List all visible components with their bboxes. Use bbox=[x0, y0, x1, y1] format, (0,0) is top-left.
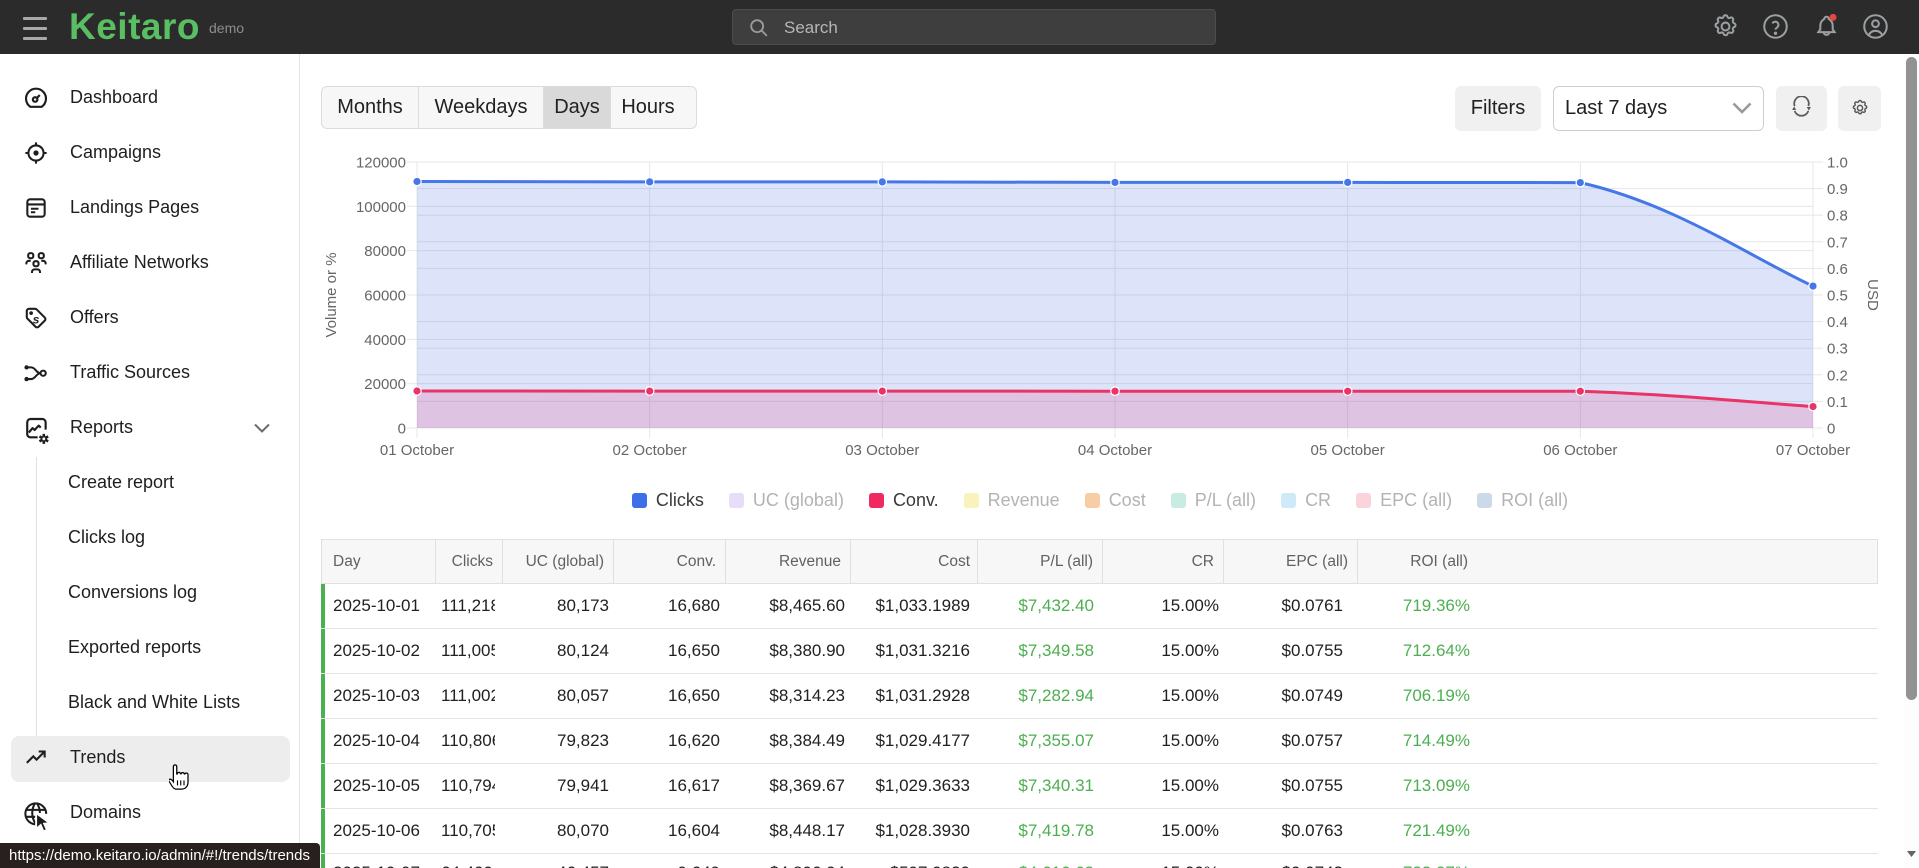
svg-text:01 October: 01 October bbox=[380, 442, 454, 459]
svg-text:0.9: 0.9 bbox=[1827, 181, 1848, 198]
svg-text:120000: 120000 bbox=[356, 155, 406, 172]
svg-text:Volume or %: Volume or % bbox=[323, 252, 340, 337]
svg-text:03 October: 03 October bbox=[845, 442, 919, 459]
svg-text:100000: 100000 bbox=[356, 199, 406, 216]
svg-text:USD: USD bbox=[1864, 279, 1881, 311]
svg-text:0.1: 0.1 bbox=[1827, 394, 1848, 411]
svg-text:s: s bbox=[33, 312, 40, 326]
svg-text:05 October: 05 October bbox=[1311, 442, 1385, 459]
svg-text:0.8: 0.8 bbox=[1827, 208, 1848, 225]
svg-text:07 October: 07 October bbox=[1776, 442, 1850, 459]
svg-text:02 October: 02 October bbox=[613, 442, 687, 459]
svg-text:0.4: 0.4 bbox=[1827, 314, 1848, 331]
svg-text:80000: 80000 bbox=[364, 243, 406, 260]
svg-text:40000: 40000 bbox=[364, 332, 406, 349]
svg-text:60000: 60000 bbox=[364, 288, 406, 305]
svg-text:0.3: 0.3 bbox=[1827, 341, 1848, 358]
svg-text:0.2: 0.2 bbox=[1827, 367, 1848, 384]
svg-text:0.5: 0.5 bbox=[1827, 288, 1848, 305]
svg-text:20000: 20000 bbox=[364, 376, 406, 393]
svg-text:0.7: 0.7 bbox=[1827, 234, 1848, 251]
svg-text:1.0: 1.0 bbox=[1827, 155, 1848, 172]
svg-text:06 October: 06 October bbox=[1543, 442, 1617, 459]
svg-text:04 October: 04 October bbox=[1078, 442, 1152, 459]
svg-text:0: 0 bbox=[1827, 421, 1835, 438]
svg-text:0: 0 bbox=[398, 421, 406, 438]
svg-text:0.6: 0.6 bbox=[1827, 261, 1848, 278]
